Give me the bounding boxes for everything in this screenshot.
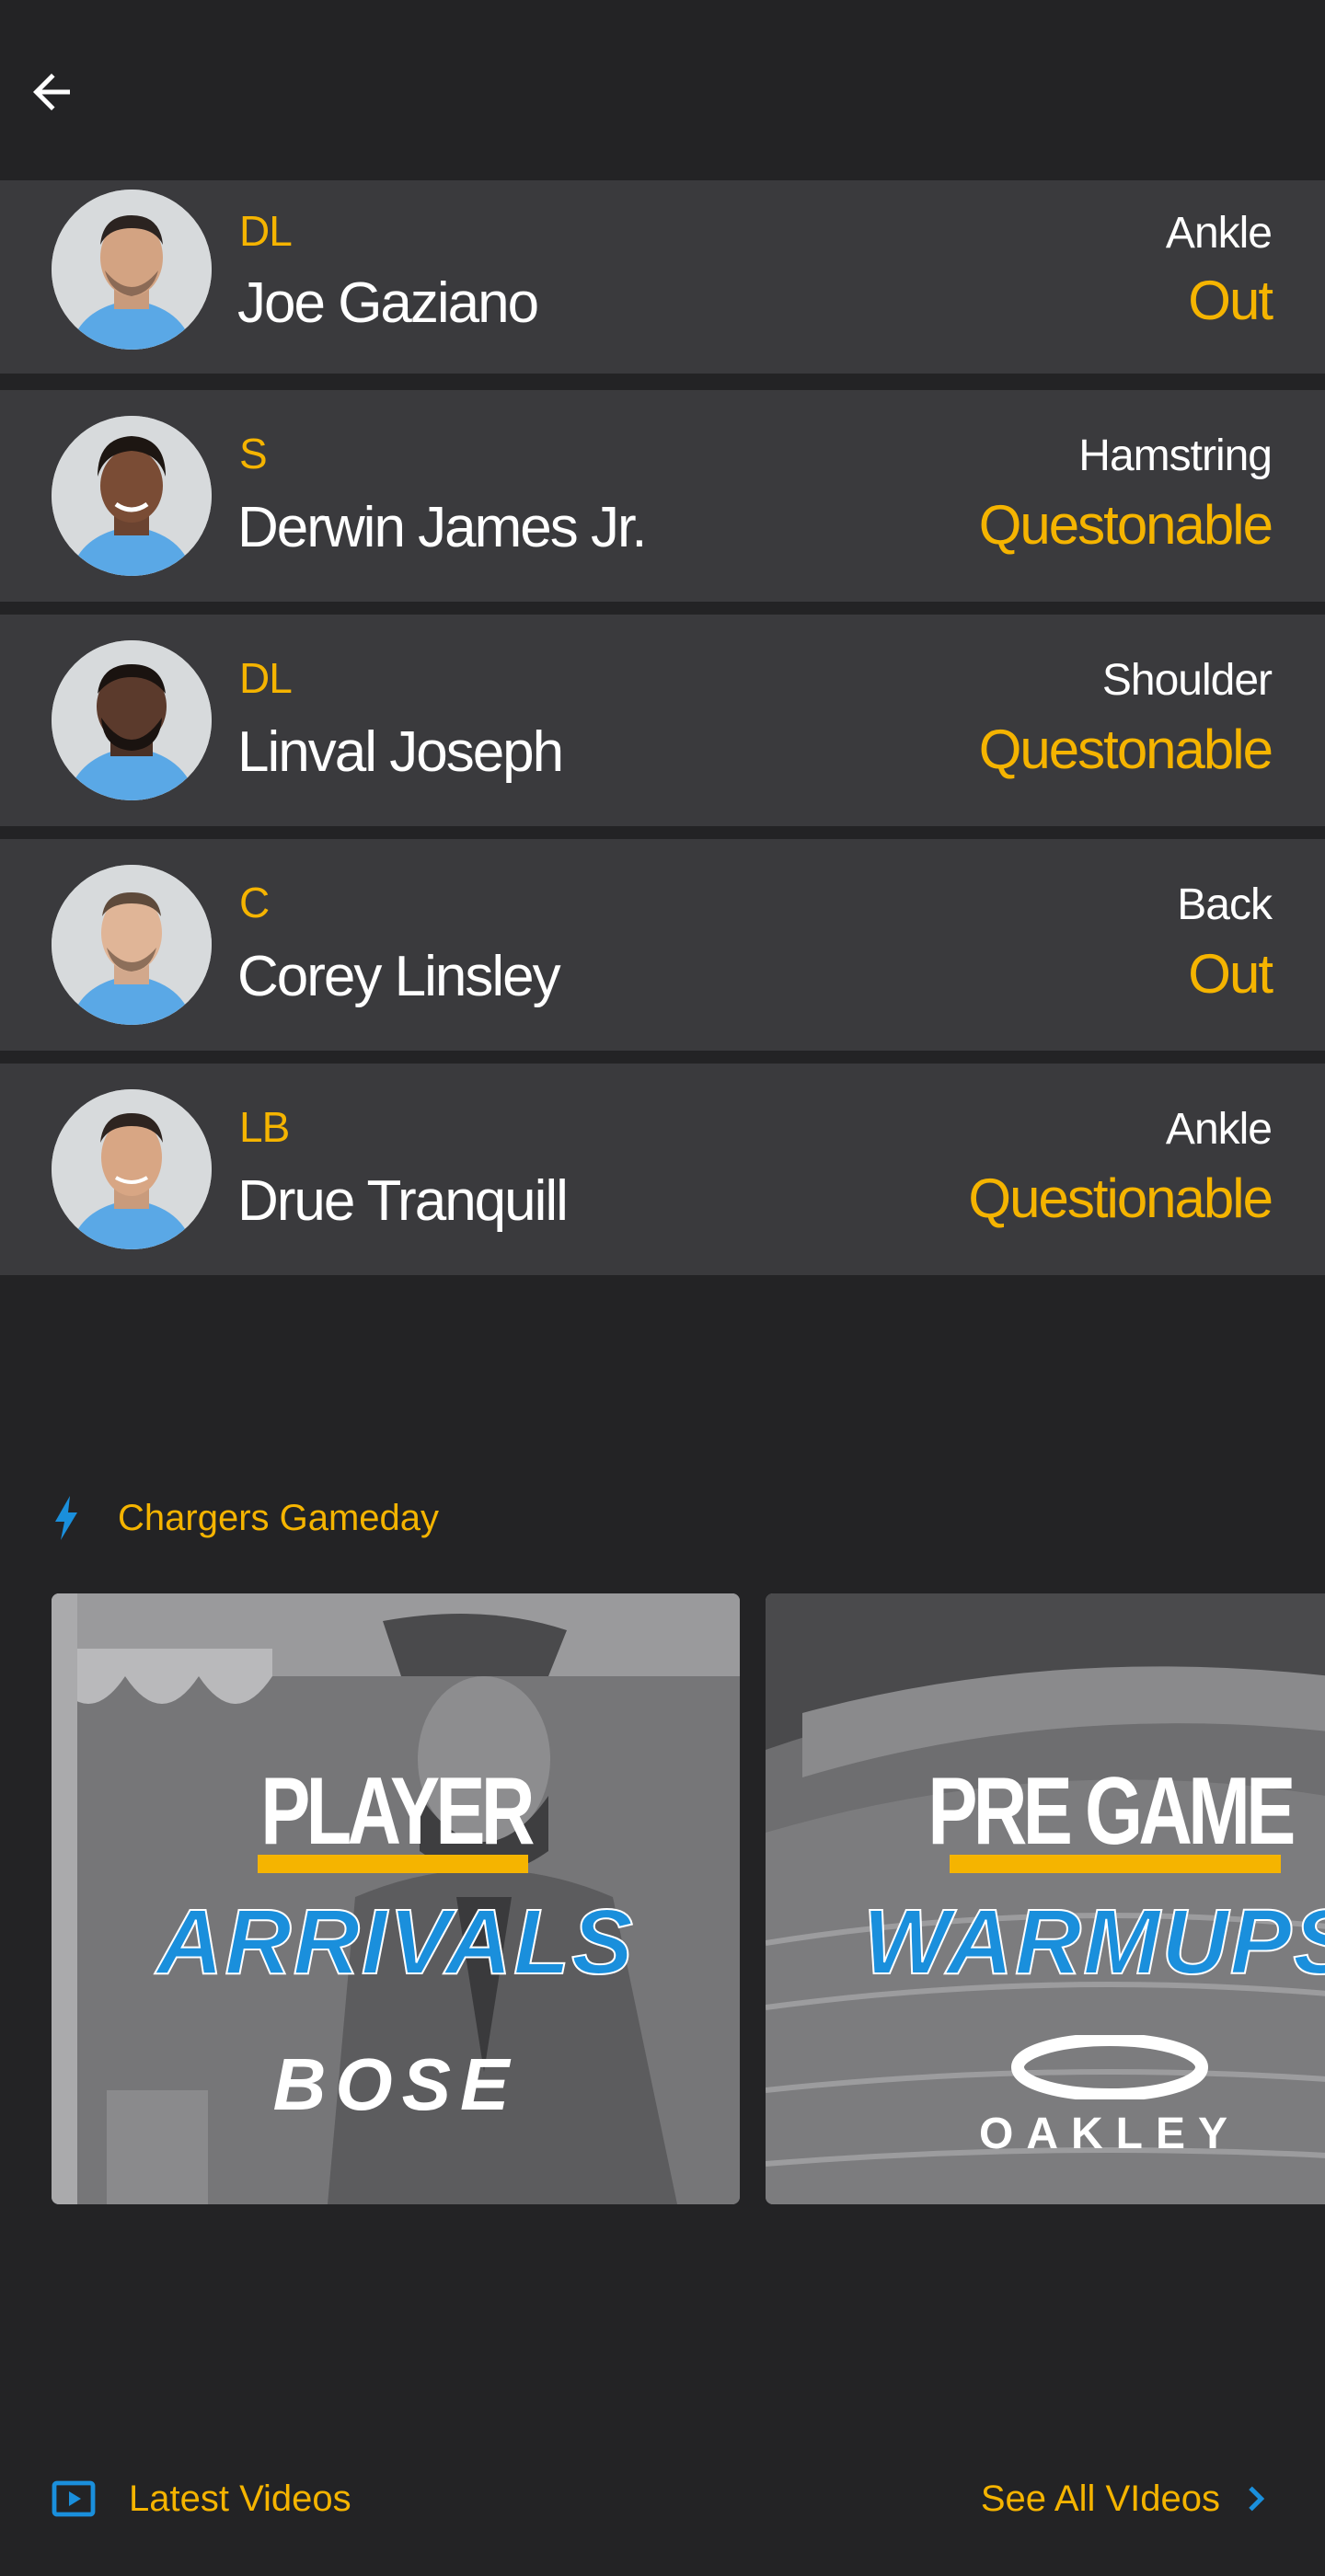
player-position: LB <box>239 1103 290 1151</box>
player-name: Derwin James Jr. <box>237 496 647 559</box>
lightning-bolt-icon <box>55 1496 77 1540</box>
arrow-left-icon <box>33 74 70 110</box>
see-all-videos-link[interactable]: See All VIdeos <box>981 2478 1273 2520</box>
injury-type: Ankle <box>1165 209 1273 258</box>
gameday-card-pregame-warmups[interactable]: PRE GAME WARMUPS OAKLEY <box>766 1593 1325 2204</box>
injury-status: Out <box>1188 943 1273 1005</box>
player-avatar <box>52 416 212 576</box>
oakley-ellipse-logo <box>1011 2035 1208 2099</box>
injury-status: Questonable <box>978 494 1273 556</box>
back-button[interactable] <box>17 57 86 127</box>
player-position: S <box>239 430 268 477</box>
latest-videos-title: Latest Videos <box>129 2478 351 2519</box>
sponsor-logo-oakley: OAKLEY <box>978 2110 1240 2158</box>
player-name: Corey Linsley <box>237 945 561 1008</box>
player-name: Joe Gaziano <box>237 271 539 335</box>
gameday-card-player-arrivals[interactable]: PLAYER ARRIVALS BOSE <box>52 1593 740 2204</box>
latest-videos-header: Latest Videos See All VIdeos <box>52 2471 1273 2526</box>
chevron-right-icon <box>1249 2486 1265 2512</box>
card-title-line1: PRE GAME <box>928 1758 1296 1865</box>
card-title-line1: PLAYER <box>260 1758 535 1865</box>
injury-status: Out <box>1188 270 1273 331</box>
player-name: Linval Joseph <box>237 720 564 784</box>
gameday-carousel[interactable]: PLAYER ARRIVALS BOSE PRE GAME WARMUPS OA… <box>0 1593 1325 2205</box>
player-avatar <box>52 865 212 1025</box>
see-all-videos-label: See All VIdeos <box>980 2478 1220 2519</box>
injury-status: Questionable <box>968 1167 1273 1229</box>
top-bar <box>0 0 1325 180</box>
gameday-section-title: Chargers Gameday <box>118 1497 440 1538</box>
player-avatar <box>52 190 212 350</box>
player-position: C <box>239 879 270 926</box>
player-row[interactable]: S Derwin James Jr. Hamstring Questonable <box>0 390 1325 602</box>
card-title-underline <box>950 1855 1281 1873</box>
player-position: DL <box>239 654 293 702</box>
player-row[interactable]: DL Joe Gaziano Ankle Out <box>0 180 1325 374</box>
player-avatar <box>52 640 212 800</box>
injury-type: Hamstring <box>1078 431 1273 480</box>
injury-type: Shoulder <box>1101 656 1273 705</box>
injury-type: Ankle <box>1165 1105 1273 1154</box>
player-avatar <box>52 1089 212 1249</box>
player-row[interactable]: DL Linval Joseph Shoulder Questonable <box>0 615 1325 826</box>
card-title-line2: ARRIVALS <box>156 1890 635 1995</box>
injury-type: Back <box>1177 880 1273 929</box>
player-row[interactable]: LB Drue Tranquill Ankle Questionable <box>0 1064 1325 1275</box>
player-name: Drue Tranquill <box>237 1169 569 1233</box>
injury-status: Questonable <box>978 719 1273 780</box>
play-box-icon <box>52 2480 96 2517</box>
gameday-section-header: Chargers Gameday <box>52 1490 439 1546</box>
player-row[interactable]: C Corey Linsley Back Out <box>0 839 1325 1051</box>
sponsor-logo-bose: BOSE <box>272 2043 519 2125</box>
card-title-line2: WARMUPS <box>862 1890 1325 1995</box>
card-title-underline <box>258 1855 528 1873</box>
latest-videos-title-group: Latest Videos <box>52 2478 351 2520</box>
player-position: DL <box>239 207 293 255</box>
